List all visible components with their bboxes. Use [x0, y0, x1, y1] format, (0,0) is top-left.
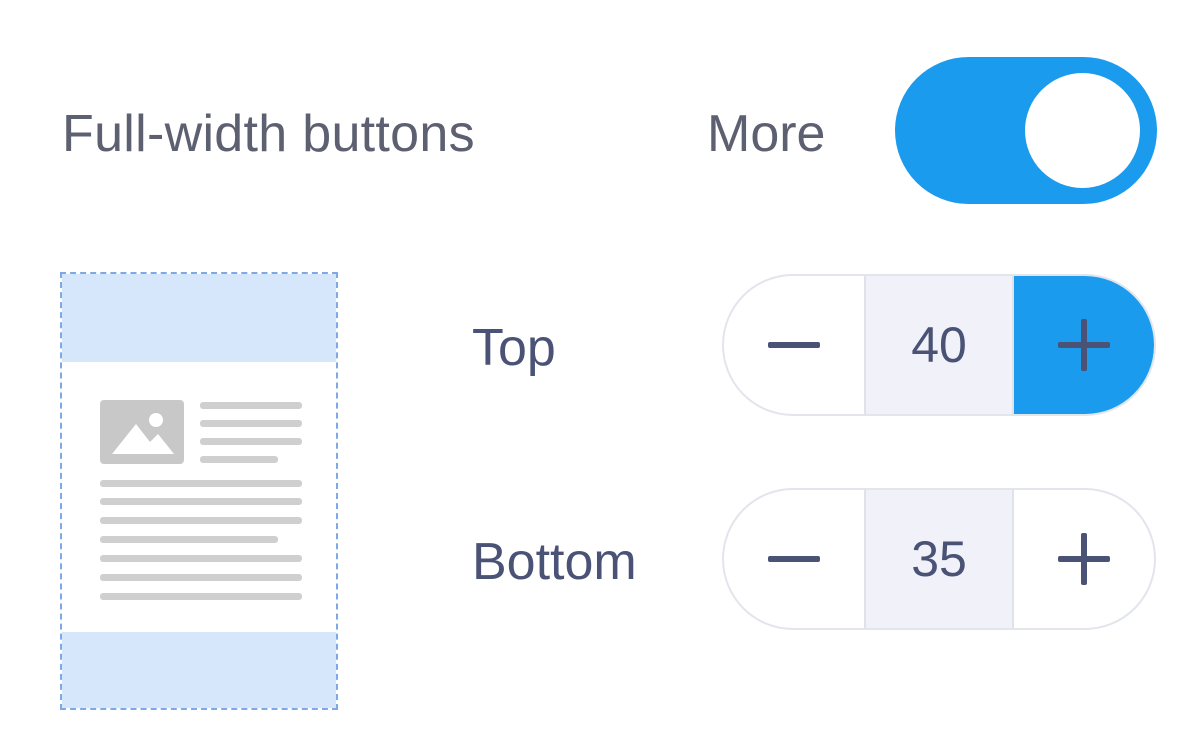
top-decrement-button[interactable] — [724, 276, 864, 414]
minus-icon — [768, 342, 821, 348]
full-width-buttons-label: Full-width buttons — [62, 105, 475, 163]
bottom-padding-stepper: 35 — [722, 488, 1156, 630]
bottom-increment-button[interactable] — [1014, 490, 1154, 628]
padding-preview — [60, 272, 338, 710]
top-padding-area — [62, 274, 336, 362]
minus-icon — [768, 556, 821, 562]
top-increment-button[interactable] — [1013, 276, 1154, 414]
bottom-decrement-button[interactable] — [724, 490, 864, 628]
toggle-label: More — [707, 105, 826, 163]
image-placeholder-icon — [100, 400, 184, 464]
bottom-padding-value[interactable]: 35 — [864, 490, 1014, 628]
more-toggle[interactable] — [895, 57, 1157, 204]
top-padding-label: Top — [472, 319, 556, 377]
plus-icon — [1057, 319, 1110, 371]
bottom-padding-label: Bottom — [472, 533, 637, 591]
toggle-knob — [1025, 73, 1140, 188]
plus-icon — [1057, 533, 1110, 585]
bottom-padding-area — [62, 632, 336, 708]
document-thumbnail — [100, 400, 302, 600]
top-padding-value[interactable]: 40 — [864, 276, 1014, 414]
top-padding-stepper: 40 — [722, 274, 1156, 416]
